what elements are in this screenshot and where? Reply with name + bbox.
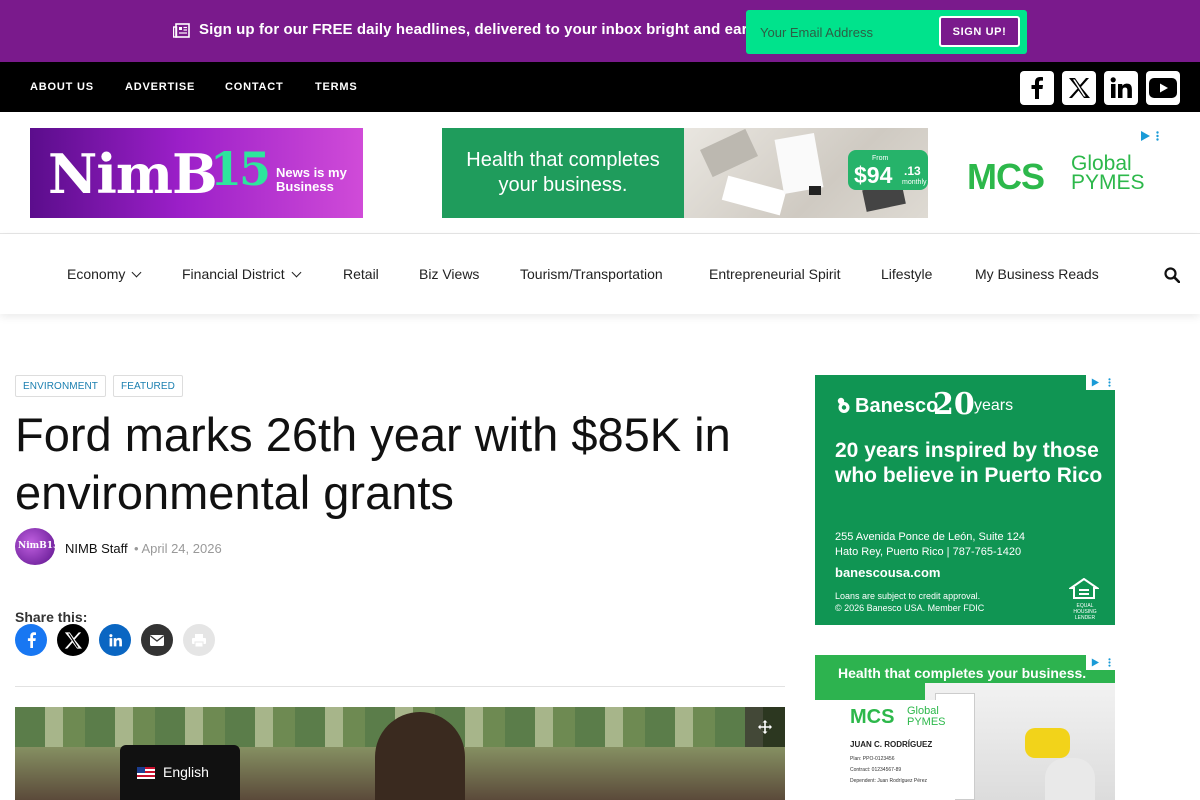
- mcs-card-contract: Contract: 01234567-89: [850, 767, 902, 773]
- share-facebook-icon[interactable]: [15, 624, 47, 656]
- logo-tagline-line2: Business: [276, 179, 334, 194]
- banesco-headline: 20 years inspired by those who believe i…: [835, 439, 1103, 487]
- ad-headline-line2: your business.: [498, 174, 628, 196]
- equal-housing-icon: [1069, 578, 1099, 599]
- banesco-url: banescousa.com: [835, 565, 941, 580]
- article-date-text: April 24, 2026: [141, 541, 222, 556]
- equal-housing-text: EQUAL HOUSING LENDER: [1073, 603, 1097, 621]
- header-ad-banner[interactable]: Health that completes your business. Fro…: [442, 128, 1170, 218]
- language-label: English: [163, 764, 209, 780]
- author-name[interactable]: NIMB Staff: [65, 541, 128, 556]
- ad-choices-icon[interactable]: [1086, 655, 1115, 670]
- nav-about-us[interactable]: ABOUT US: [30, 81, 94, 93]
- facebook-icon[interactable]: [1020, 71, 1054, 105]
- price-from: From: [872, 155, 889, 162]
- banesco-fine-line2: © 2026 Banesco USA. Member FDIC: [835, 603, 985, 613]
- linkedin-icon[interactable]: [1104, 71, 1138, 105]
- nav-economy-label: Economy: [67, 266, 126, 282]
- email-input[interactable]: [760, 22, 930, 42]
- article-title: Ford marks 26th year with $85K in enviro…: [15, 408, 731, 519]
- price-main: $94: [854, 162, 893, 188]
- chevron-down-icon: [131, 267, 142, 278]
- mcs-card-dependent: Dependent: Juan Rodríguez Pérez: [850, 778, 927, 784]
- signup-button[interactable]: SIGN UP!: [939, 16, 1020, 47]
- banesco-years-word: years: [974, 397, 1014, 414]
- banesco-years-number: 20: [933, 387, 975, 422]
- site-logo[interactable]: NimB 15 News is my Business: [30, 128, 363, 218]
- signup-form: SIGN UP!: [746, 10, 1027, 54]
- banesco-logo-icon: [837, 397, 850, 413]
- move-icon[interactable]: [745, 707, 785, 747]
- main-navigation: Economy Financial District Retail Biz Vi…: [0, 234, 1200, 314]
- ad-pymes-word: PYMES: [1071, 171, 1145, 194]
- share-linkedin-icon[interactable]: [99, 624, 131, 656]
- share-label: Share this:: [15, 609, 88, 625]
- search-icon[interactable]: [1164, 267, 1180, 283]
- ad-price-badge: From $94 .13 monthly: [848, 150, 928, 190]
- ad-choices-icon[interactable]: [1140, 130, 1166, 142]
- banesco-brand: Banesco: [855, 395, 939, 417]
- share-email-icon[interactable]: [141, 624, 173, 656]
- youtube-icon[interactable]: [1146, 71, 1180, 105]
- nav-tourism[interactable]: Tourism/Transportation: [520, 266, 663, 282]
- nav-economy[interactable]: Economy: [67, 266, 142, 282]
- mcs-card-plan: Plan: PPO-0123456: [850, 756, 895, 762]
- article-divider: [15, 686, 785, 687]
- avatar-text: NimB15: [18, 541, 60, 551]
- mcs-card-brand: MCS: [850, 706, 895, 728]
- language-switcher[interactable]: English: [120, 745, 240, 800]
- banesco-fineprint: Loans are subject to credit approval. © …: [835, 590, 984, 614]
- price-period: monthly: [902, 179, 927, 186]
- utility-nav: ABOUT US ADVERTISE CONTACT TERMS: [0, 62, 1200, 112]
- ad-choices-icon[interactable]: [1086, 375, 1115, 390]
- share-x-icon[interactable]: [57, 624, 89, 656]
- nav-financial-district-label: Financial District: [182, 266, 285, 282]
- banesco-address: 255 Avenida Ponce de León, Suite 124 Hat…: [835, 530, 1025, 560]
- mcs-ad-headline: Health that completes your business.: [838, 665, 1087, 681]
- category-featured[interactable]: FEATURED: [113, 375, 183, 397]
- hero-subject: [375, 712, 465, 800]
- nav-advertise[interactable]: ADVERTISE: [125, 81, 195, 93]
- newsletter-message: Sign up for our FREE daily headlines, de…: [199, 21, 766, 38]
- nav-retail[interactable]: Retail: [343, 266, 379, 282]
- nav-entrepreneurial-spirit[interactable]: Entrepreneurial Spirit: [709, 266, 841, 282]
- site-header: NimB 15 News is my Business Health that …: [0, 112, 1200, 234]
- ad-headline-line1: Health that completes: [466, 149, 660, 171]
- chevron-down-icon: [291, 267, 302, 278]
- newsletter-bar: Sign up for our FREE daily headlines, de…: [0, 0, 1200, 62]
- banesco-fine-line1: Loans are subject to credit approval.: [835, 591, 981, 601]
- mcs-member-card: MCS Global PYMES JUAN C. RODRÍGUEZ Plan:…: [815, 700, 955, 800]
- sidebar-ad-mcs[interactable]: Health that completes your business. MCS…: [815, 655, 1115, 800]
- ad-brand-global: Global PYMES: [1071, 153, 1145, 194]
- us-flag-icon: [137, 767, 155, 779]
- nav-terms[interactable]: TERMS: [315, 81, 358, 93]
- ad-brand: MCS: [967, 156, 1045, 197]
- mcs-card-name: JUAN C. RODRÍGUEZ: [850, 740, 933, 749]
- logo-number: 15: [210, 142, 271, 196]
- ad-headline: Health that completes your business.: [442, 128, 684, 218]
- sidebar-ad-banesco[interactable]: Banesco 20 years 20 years inspired by th…: [815, 375, 1115, 625]
- x-icon[interactable]: [1062, 71, 1096, 105]
- author-avatar[interactable]: NimB15: [15, 528, 59, 565]
- price-cents: .13: [904, 164, 921, 178]
- banesco-address-line2: Hato Rey, Puerto Rico | 787-765-1420: [835, 546, 1022, 558]
- nav-contact[interactable]: CONTACT: [225, 81, 284, 93]
- banesco-address-line1: 255 Avenida Ponce de León, Suite 124: [835, 531, 1026, 543]
- logo-tagline: News is my Business: [276, 166, 347, 194]
- newspaper-icon: [173, 23, 190, 38]
- logo-tagline-line1: News is my: [276, 165, 347, 180]
- nav-biz-views[interactable]: Biz Views: [419, 266, 479, 282]
- nav-my-business-reads[interactable]: My Business Reads: [975, 266, 1099, 282]
- category-environment[interactable]: ENVIRONMENT: [15, 375, 106, 397]
- article-date: • April 24, 2026: [134, 541, 222, 556]
- mcs-card-global: Global PYMES: [907, 706, 946, 728]
- logo-name: NimB: [48, 142, 218, 206]
- nav-lifestyle[interactable]: Lifestyle: [881, 266, 932, 282]
- mcs-card-pymes-word: PYMES: [907, 716, 946, 728]
- share-print-icon[interactable]: [183, 624, 215, 656]
- nav-financial-district[interactable]: Financial District: [182, 266, 302, 282]
